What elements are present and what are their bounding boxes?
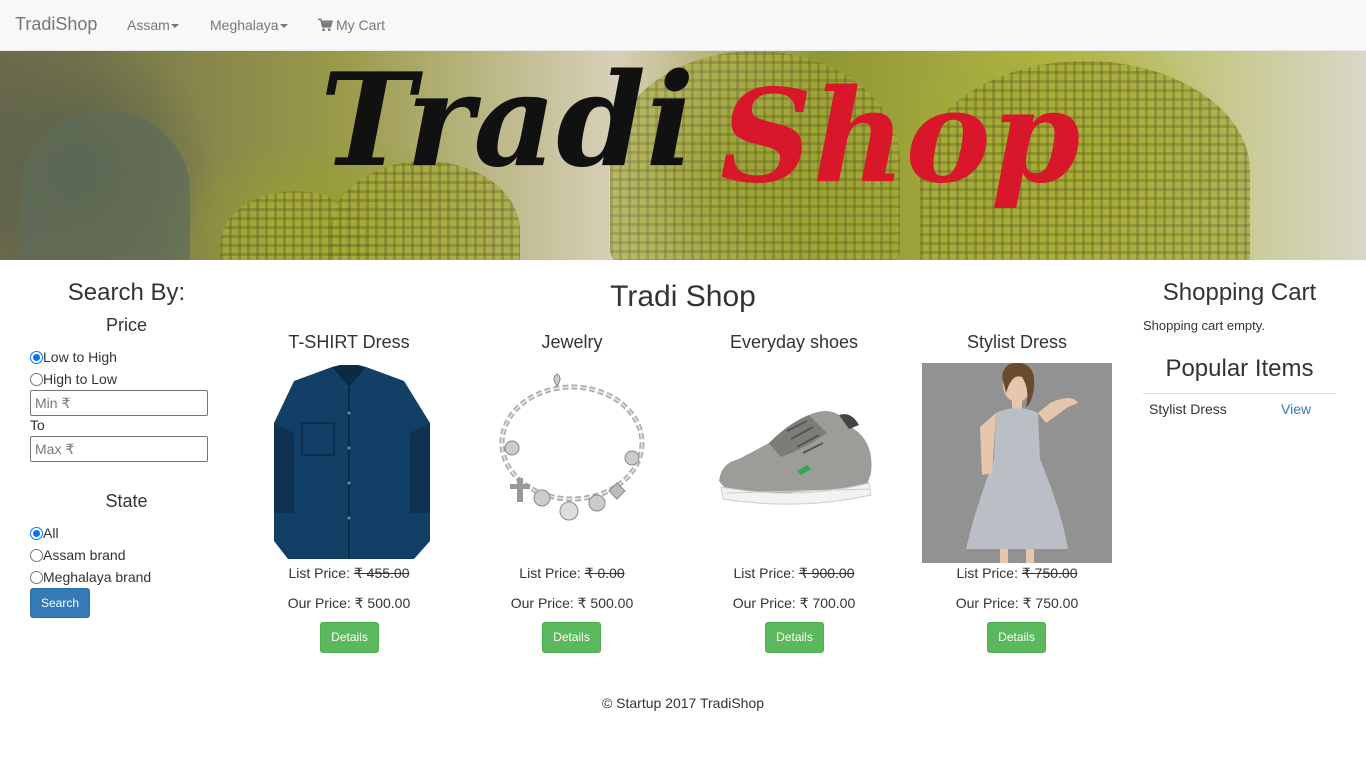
hero-banner: Tradi Shop [0, 51, 1366, 260]
shirt-image[interactable] [254, 363, 444, 563]
shoe-image[interactable] [699, 363, 889, 563]
tradishop-logo: Tradi Shop [320, 53, 1080, 212]
nav-label-my-cart: My Cart [336, 17, 385, 33]
details-button[interactable]: Details [320, 622, 379, 653]
min-price-input[interactable] [30, 390, 208, 416]
radio-label: All [43, 525, 59, 541]
list-price-label: List Price: [519, 565, 585, 581]
radio-state-meghalaya[interactable]: Meghalaya brand [30, 567, 151, 587]
bracelet-image[interactable] [477, 363, 667, 563]
price-heading: Price [105, 315, 147, 335]
product-name: Everyday shoes [729, 332, 859, 352]
radio-button[interactable] [30, 571, 43, 584]
radio-label: Assam brand [43, 547, 126, 563]
search-button[interactable]: Search [30, 588, 90, 618]
footer: © Startup 2017 TradiShop [601, 695, 765, 711]
nav-dropdown-assam[interactable]: Assam [127, 17, 179, 33]
nav-dropdown-meghalaya[interactable]: Meghalaya [210, 17, 288, 33]
radio-label: Low to High [43, 349, 117, 365]
shopping-cart-heading: Shopping Cart [1162, 279, 1317, 306]
popular-item-view-link[interactable]: View [1281, 401, 1311, 417]
search-sidebar: Search By: Price Low to High High to Low… [30, 260, 223, 630]
details-button[interactable]: Details [765, 622, 824, 653]
nav-my-cart[interactable]: My Cart [318, 17, 385, 33]
navbar: TradiShop Assam Meghalaya My Cart [0, 0, 1366, 51]
to-label: To [30, 417, 45, 433]
our-price: Our Price: ₹ 500.00 [287, 595, 411, 611]
radio-label: Meghalaya brand [43, 569, 152, 585]
nav-label-meghalaya: Meghalaya [210, 17, 279, 33]
our-price: Our Price: ₹ 700.00 [732, 595, 856, 611]
radio-high-to-low[interactable]: High to Low [30, 369, 117, 389]
list-price: List Price: ₹ 900.00 [694, 565, 894, 582]
list-price: List Price: ₹ 0.00 [472, 565, 672, 582]
product-name: Stylist Dress [966, 332, 1067, 352]
radio-button[interactable] [30, 373, 43, 386]
max-price-input[interactable] [30, 436, 208, 462]
radio-low-to-high[interactable]: Low to High [30, 347, 117, 367]
nav-label-assam: Assam [127, 17, 170, 33]
details-button[interactable]: Details [987, 622, 1046, 653]
list-price-label: List Price: [733, 565, 799, 581]
caret-down-icon [279, 24, 288, 29]
list-price-label: List Price: [288, 565, 354, 581]
caret-down-icon [170, 24, 179, 29]
page-title: Tradi Shop [610, 280, 756, 313]
product-name: Jewelry [541, 332, 603, 352]
radio-button[interactable] [30, 549, 43, 562]
search-by-heading: Search By: [67, 279, 186, 306]
list-price-value: ₹ 455.00 [353, 565, 410, 581]
logo-text-tradi: Tradi [320, 53, 694, 196]
shopping-cart-icon [318, 18, 333, 31]
logo-text-shop: Shop [720, 62, 1080, 212]
product-name: T-SHIRT Dress [288, 332, 410, 352]
banner-basket-decoration [20, 111, 190, 260]
list-price-label: List Price: [956, 565, 1022, 581]
cart-empty-message: Shopping cart empty. [1143, 318, 1265, 333]
popular-items-heading: Popular Items [1165, 355, 1314, 382]
radio-state-all[interactable]: All [30, 523, 59, 543]
state-heading: State [105, 491, 148, 511]
list-price: List Price: ₹ 750.00 [917, 565, 1117, 582]
details-button[interactable]: Details [542, 622, 601, 653]
radio-button[interactable] [30, 351, 43, 364]
list-price-value: ₹ 0.00 [584, 565, 625, 581]
dress-image[interactable] [922, 363, 1112, 563]
radio-label: High to Low [43, 371, 117, 387]
brand-link[interactable]: TradiShop [15, 14, 97, 35]
list-price-value: ₹ 750.00 [1021, 565, 1078, 581]
list-price: List Price: ₹ 455.00 [249, 565, 449, 582]
popular-item-name: Stylist Dress [1149, 401, 1227, 417]
list-price-value: ₹ 900.00 [798, 565, 855, 581]
our-price: Our Price: ₹ 750.00 [955, 595, 1079, 611]
our-price: Our Price: ₹ 500.00 [510, 595, 634, 611]
radio-state-assam[interactable]: Assam brand [30, 545, 125, 565]
radio-button[interactable] [30, 527, 43, 540]
divider [1143, 393, 1336, 394]
